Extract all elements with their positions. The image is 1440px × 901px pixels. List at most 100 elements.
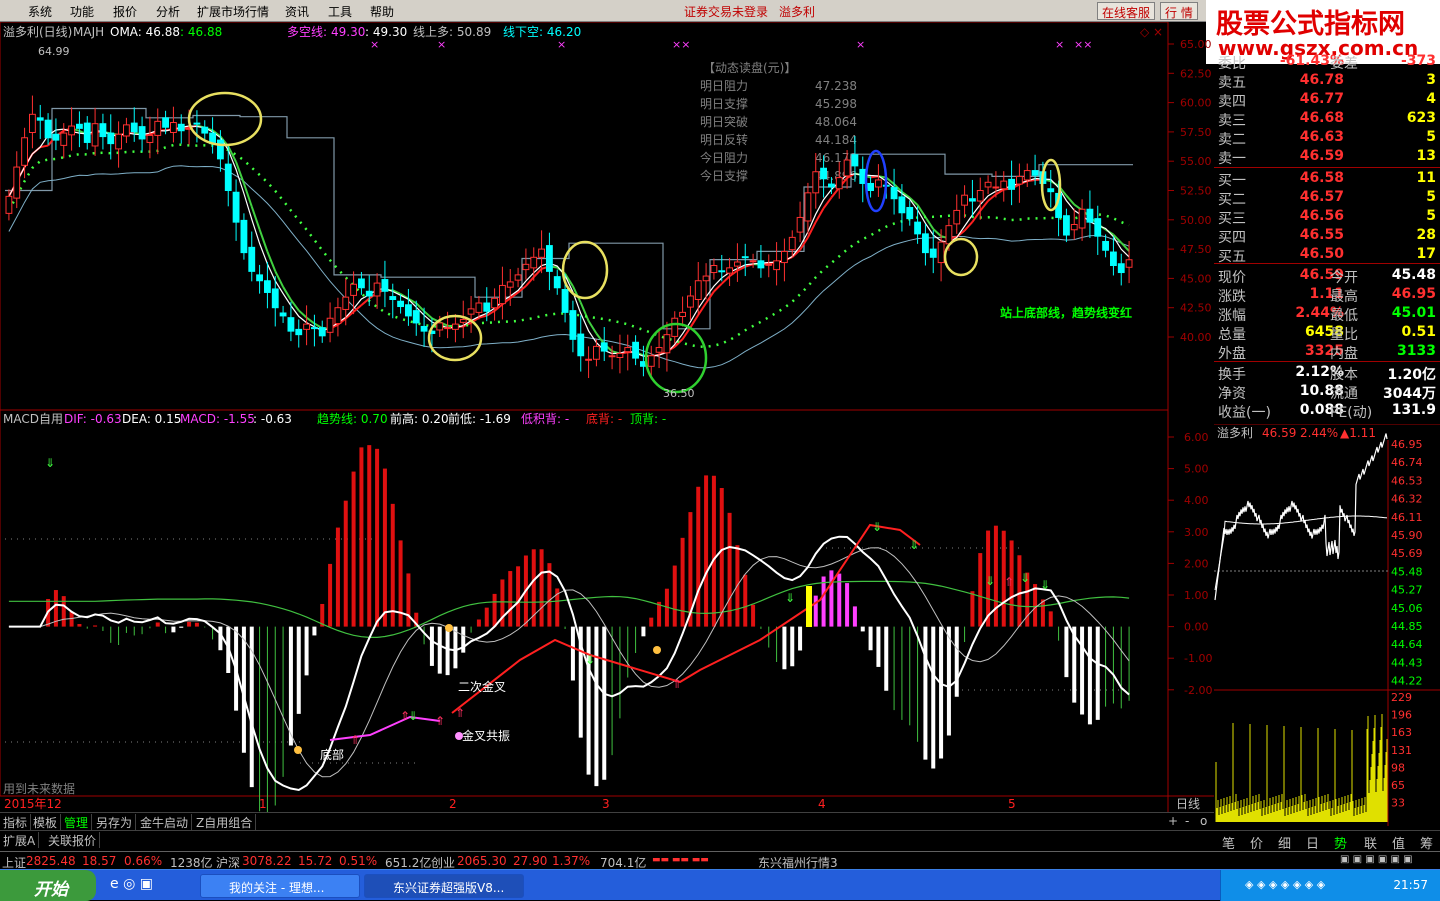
macd-bar [195,623,199,627]
tab-ext-a[interactable]: 扩展A [0,832,39,848]
online-service-button[interactable]: 在线客服 [1097,2,1155,20]
macd-label-erci: 二次金叉 [458,679,506,694]
macd-bar [712,476,716,627]
macd-bar [1017,555,1021,626]
tab-chou[interactable]: 筹 [1420,833,1433,852]
dynamic-reading-panel: 【动态读盘(元)】 明日阻力47.238明日支撑45.298明日突破48.064… [700,60,857,183]
candle-body [319,328,325,336]
order-book-row[interactable]: 卖四46.774 [1214,91,1440,110]
menu-help[interactable]: 帮助 [370,3,394,20]
kline-trend-segment [690,315,698,328]
tab-lian[interactable]: 联 [1364,833,1377,852]
macd-label-jincha: 金叉共振 [462,728,510,743]
kline-trend-segment [361,299,369,306]
kline-trend-segment [244,183,252,206]
circle-icon[interactable]: o [1200,814,1207,828]
row-volume: 5 [1426,189,1436,205]
tab-saveas[interactable]: 另存为 [93,814,136,830]
candle-body [648,356,654,367]
tab-template[interactable]: 模板 [30,814,61,830]
kline-oma: OMA: 46.88 [110,25,180,39]
candle-body [312,328,318,329]
order-book-row[interactable]: 买一46.5811 [1214,170,1440,189]
candle-body [688,296,694,307]
macd-down-arrow: ⇓ [872,520,882,534]
tab-linked-quote[interactable]: 关联报价 [45,832,100,848]
macd-bar [978,553,982,627]
macd-qiandi: 前低: -1.69 [448,411,511,426]
candle-body [445,328,451,329]
tab-zhi[interactable]: 值 [1392,833,1405,852]
candle-body [163,118,169,127]
tab-shi[interactable]: 势 [1334,833,1347,852]
main-chart-area[interactable]: 65.0062.5060.0057.5055.0052.5050.0047.50… [0,22,1214,812]
menu-function[interactable]: 功能 [70,3,94,20]
tab-jinniu[interactable]: 金牛启动 [137,814,192,830]
ie-icon[interactable]: e ◎ ▣ [110,876,153,892]
kline-indicator-name: MAJH [73,25,104,39]
timeaxis-period[interactable]: 日线 [1176,797,1200,811]
candle-body [766,264,772,265]
tab-ri[interactable]: 日 [1306,833,1319,852]
status-icons[interactable]: ▣ ▣ ▣ ▣ ▣ ▣ [1340,854,1413,865]
quote-button[interactable]: 行 情 [1160,2,1198,20]
tray-icons[interactable]: ◈ ◈ ◈ ◈ ◈ ◈ ◈ [1245,878,1325,891]
intraday-chart[interactable]: 溢多利 46.59 2.44% ▲1.11 46.9546.7446.5346.… [1214,424,1440,830]
task-button-dongxing[interactable]: 东兴证券超强版V8... [364,874,524,898]
macd-title: MACD自用 [3,412,63,426]
kline-trend-segment [816,208,824,222]
kline-close-icon[interactable]: ◇ × [1140,25,1163,39]
tab-zcombo[interactable]: Z自用组合 [193,814,256,830]
stat-label-2: 内盘 [1330,343,1358,363]
order-book-row[interactable]: 买四46.5528 [1214,227,1440,246]
tab-manage[interactable]: 管理 [61,814,92,830]
menu-system[interactable]: 系统 [28,3,52,20]
menu-ext-market[interactable]: 扩展市场行情 [197,3,269,20]
candle-body [876,180,882,187]
tab-indicator[interactable]: 指标 [0,814,31,830]
order-book-row[interactable]: 卖一46.5913 [1214,148,1440,167]
tab-bi[interactable]: 笔 [1222,833,1235,852]
tab-jia[interactable]: 价 [1250,833,1263,852]
candle-body [1001,181,1007,189]
candle-body [742,257,748,258]
start-button[interactable]: 开始 [0,870,96,901]
kline-trend-segment [260,229,268,251]
macd-dea: DEA: 0.15 [122,412,181,426]
stat-label-2: 今开 [1330,267,1358,287]
zoom-out-icon[interactable]: - [1185,814,1189,828]
candle-body [155,121,161,135]
macd-bar [375,449,379,627]
order-book-row[interactable]: 买三46.565 [1214,208,1440,227]
candle-body [500,285,506,303]
order-book-row[interactable]: 买二46.575 [1214,189,1440,208]
menu-news[interactable]: 资讯 [285,3,309,20]
macd-bar [649,618,653,627]
task-button-watchlist[interactable]: 我的关注 - 理想... [200,874,360,898]
macd-bar [751,605,755,627]
order-book-row[interactable]: 卖二46.635 [1214,129,1440,148]
candle-body [531,257,537,268]
menu-analysis[interactable]: 分析 [156,3,180,20]
sz-pct: 0.51% [339,854,377,868]
candle-body [1071,224,1077,229]
candle-body [390,297,396,300]
macd-dijibei: 低积背: - [521,412,569,426]
macd-y-label: 0.00 [1184,621,1209,634]
order-book-row[interactable]: 卖五46.783 [1214,72,1440,91]
candle-body [22,138,28,166]
macd-trend: 趋势线: 0.70 [317,412,388,426]
tab-xi[interactable]: 细 [1278,833,1291,852]
intraday-vol-label: 163 [1391,726,1412,739]
menu-quote[interactable]: 报价 [113,3,137,20]
task-label-dongxing: 东兴证券超强版V8... [393,881,504,895]
macd-y-label: 5.00 [1184,463,1209,476]
menu-tools[interactable]: 工具 [328,3,352,20]
pan-row-label: 明日阻力 [700,79,748,93]
macd-label-dibu: 底部 [320,747,344,762]
macd-bar [367,445,371,626]
pan-row-label: 明日支撑 [700,96,748,111]
stat-label-2: 流通 [1330,383,1358,403]
order-book-row[interactable]: 卖三46.68623 [1214,110,1440,129]
zoom-in-icon[interactable]: + [1168,814,1178,828]
